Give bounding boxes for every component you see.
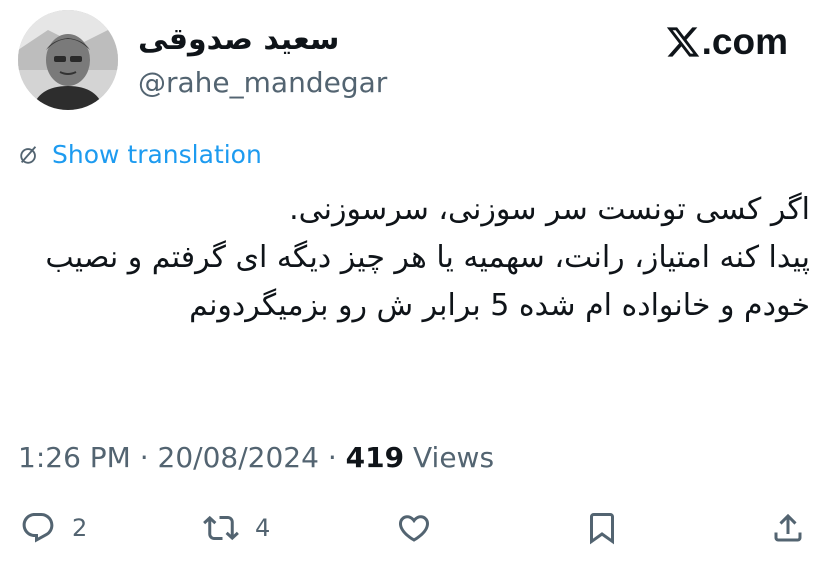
meta-separator: ·	[327, 441, 337, 474]
bookmark-button[interactable]	[584, 510, 620, 546]
avatar-photo	[18, 10, 118, 110]
bookmark-icon	[590, 513, 614, 545]
reply-button[interactable]: 2	[20, 510, 87, 546]
tweet-date[interactable]: 20/08/2024	[158, 441, 319, 474]
reply-count: 2	[72, 514, 88, 542]
views-label: Views	[413, 441, 495, 474]
meta-separator: ·	[139, 441, 149, 474]
show-translation-link[interactable]: Show translation	[18, 139, 262, 171]
reply-icon	[22, 513, 54, 543]
x-com-logo: .com	[665, 22, 788, 62]
tweet-text: اگر کسی تونست سر سوزنی، سرسوزنی. پیدا کن…	[45, 192, 810, 323]
tweet-time[interactable]: 1:26 PM	[18, 441, 131, 474]
views-count: 419	[345, 441, 405, 474]
retweet-button[interactable]: 4	[203, 510, 270, 546]
retweet-icon	[203, 515, 239, 541]
translate-icon	[20, 146, 37, 164]
like-button[interactable]	[396, 510, 432, 546]
avatar[interactable]	[18, 10, 118, 110]
brand-label: .com	[701, 21, 788, 62]
share-icon	[774, 513, 802, 542]
retweet-count: 4	[255, 514, 271, 542]
x-logo-icon	[666, 27, 699, 57]
author-handle[interactable]: @rahe_mandegar	[138, 66, 387, 100]
author-name[interactable]: سعید صدوقی	[138, 22, 339, 58]
tweet-meta: 1:26 PM · 20/08/2024 · 419 Views	[18, 440, 494, 476]
heart-icon	[398, 515, 430, 542]
share-button[interactable]	[770, 510, 806, 546]
show-translation-label[interactable]: Show translation	[52, 139, 262, 171]
